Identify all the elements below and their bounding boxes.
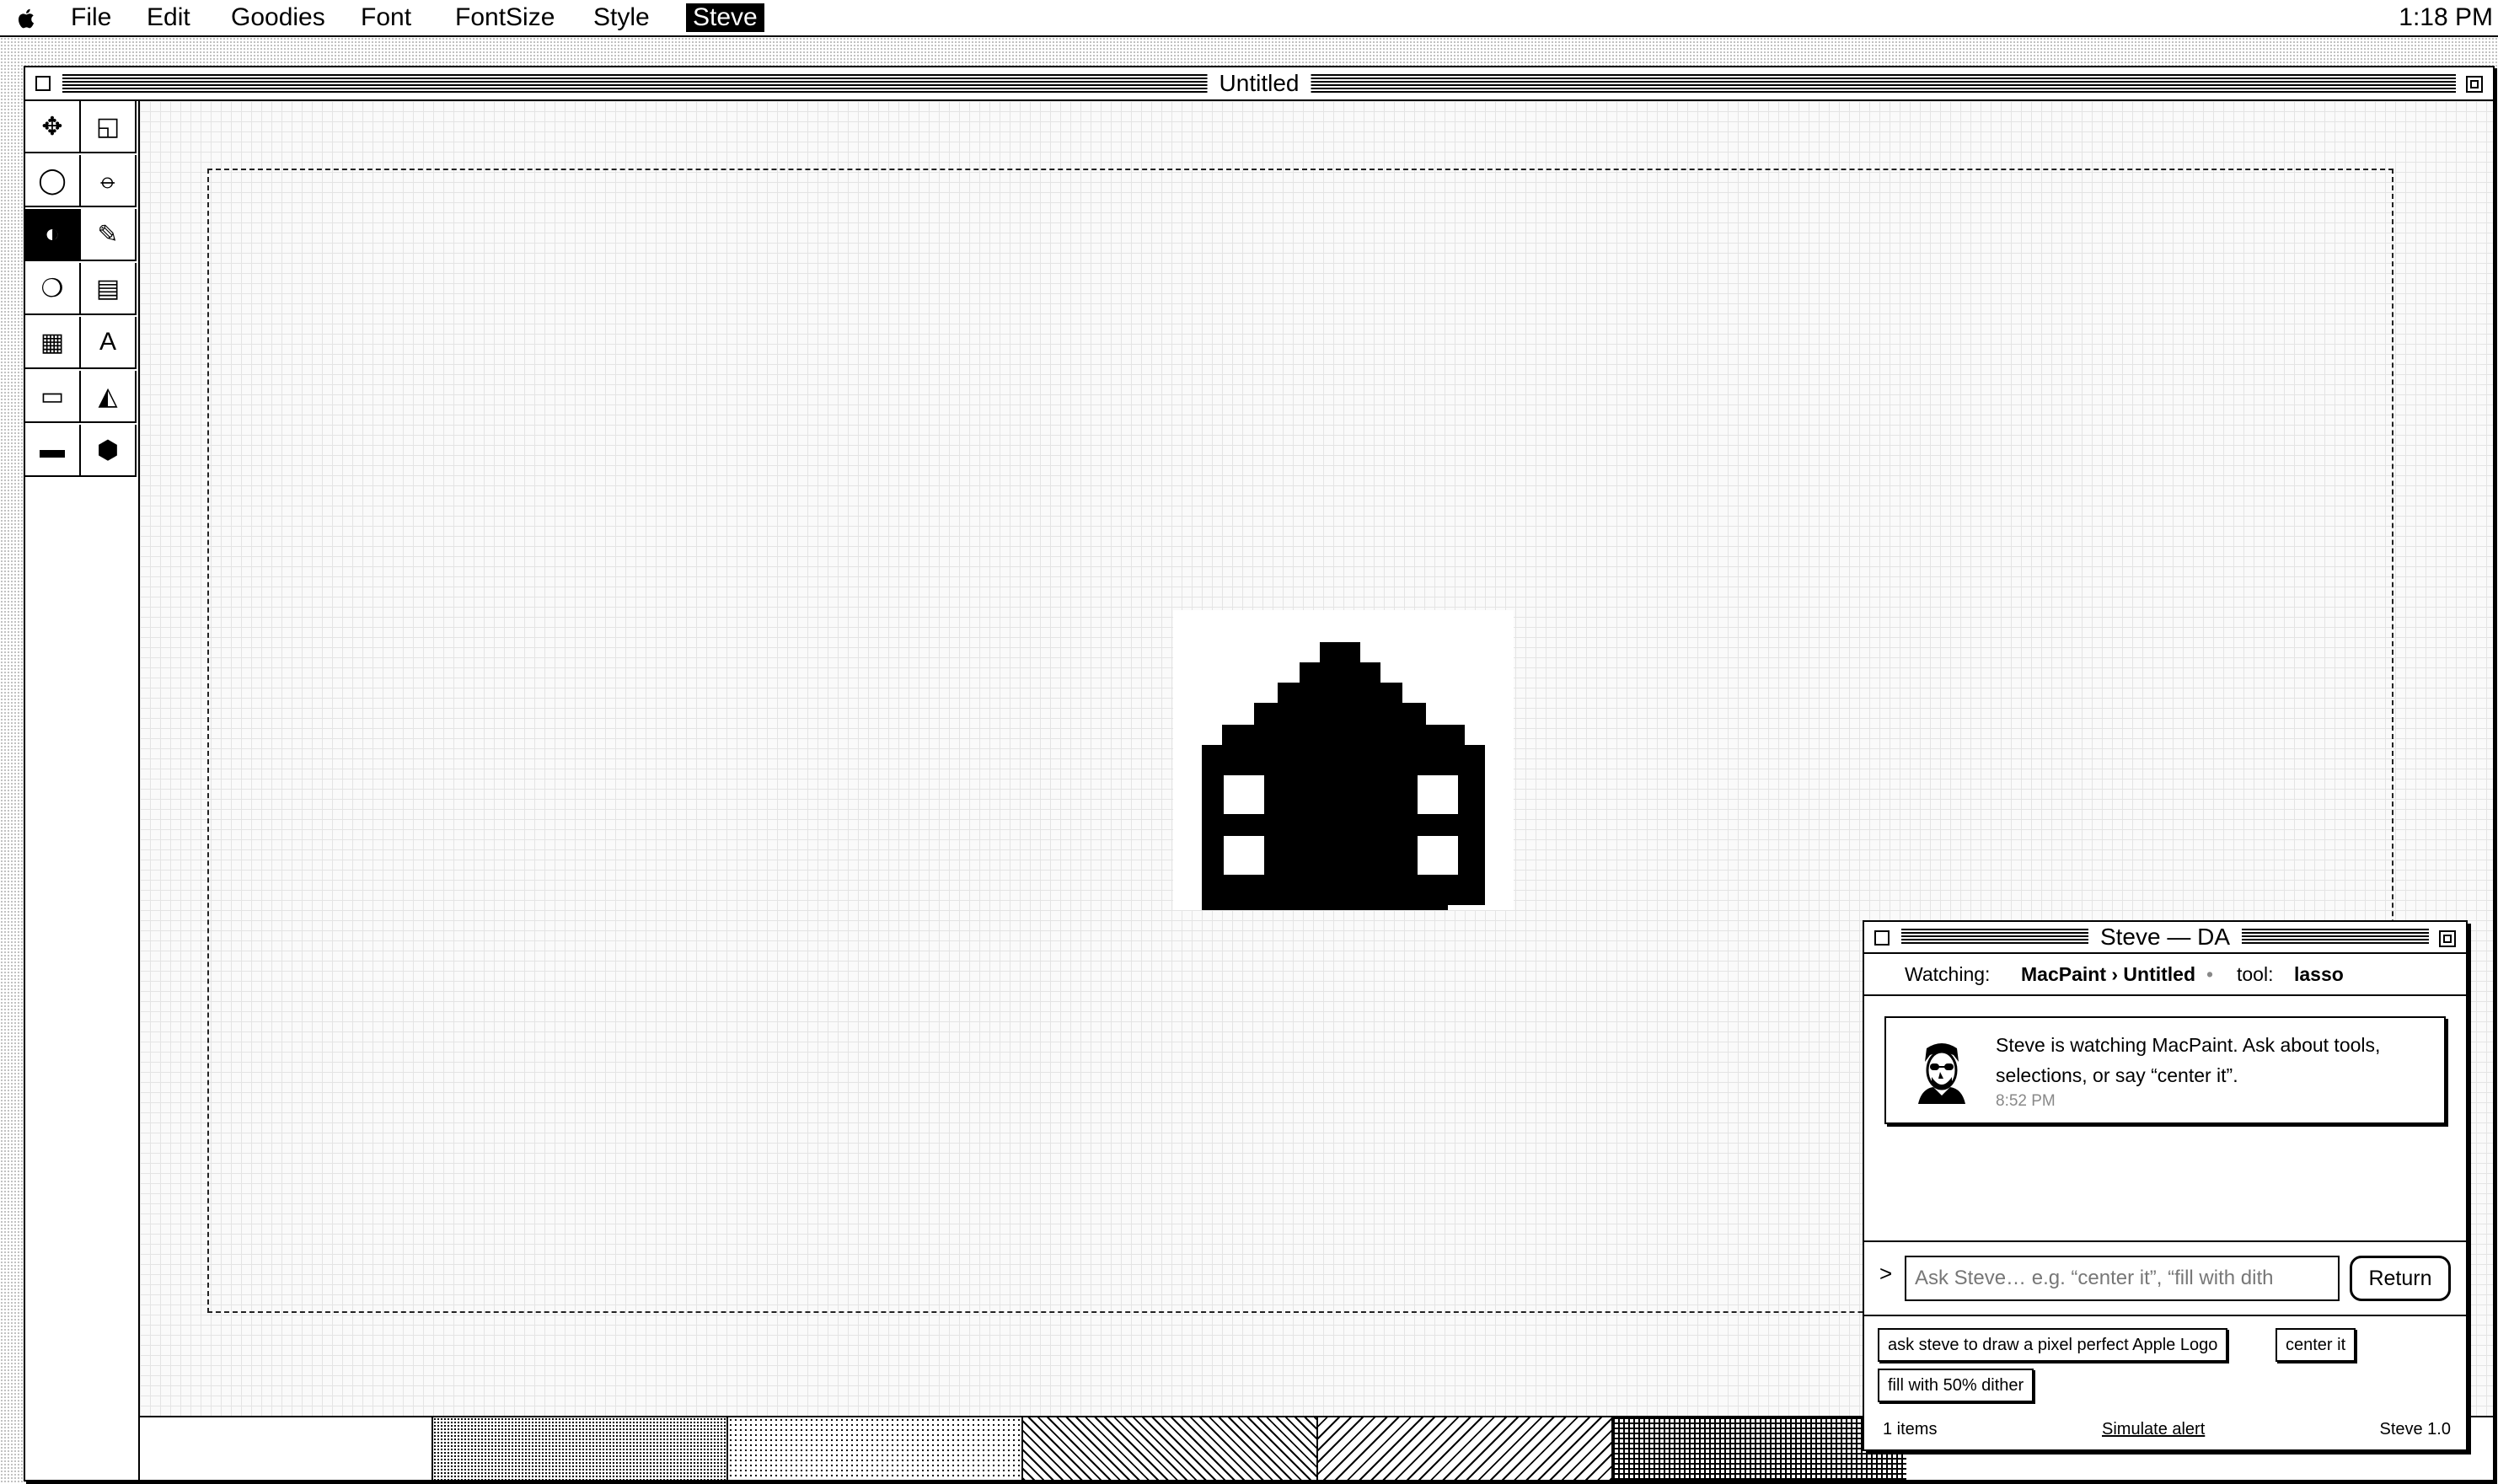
fill-dither-icon[interactable]: ◐ — [25, 209, 81, 261]
menubar-clock: 1:18 PM — [2399, 3, 2493, 31]
marquee-select-icon[interactable]: ◱ — [81, 101, 137, 153]
window-title: Untitled — [1207, 69, 1311, 98]
close-box-icon[interactable] — [1874, 930, 1890, 946]
spray-icon[interactable]: ◭ — [81, 371, 137, 423]
simulate-alert-link[interactable]: Simulate alert — [2102, 1409, 2205, 1449]
steve-status-row: 1 items Simulate alert Steve 1.0 — [1864, 1409, 2466, 1449]
message-text: Steve is watching MacPaint. Ask about to… — [1996, 1034, 2381, 1086]
menu-edit[interactable]: Edit — [140, 3, 197, 32]
pattern-swatch[interactable] — [1021, 1417, 1316, 1480]
lasso-icon[interactable]: ◯ — [25, 155, 81, 207]
menu-style[interactable]: Style — [587, 3, 657, 32]
steve-avatar-icon — [1918, 1043, 1965, 1104]
chip-center-it[interactable]: center it — [2276, 1328, 2356, 1362]
pencil-icon[interactable]: ✎ — [81, 209, 137, 261]
pattern-swatch[interactable] — [1316, 1417, 1611, 1480]
watching-value: MacPaint › Untitled — [2021, 963, 2196, 985]
steve-version: Steve 1.0 — [2379, 1420, 2451, 1438]
pattern-current[interactable] — [140, 1417, 432, 1480]
separator-dot: • — [2206, 963, 2214, 985]
apple-menu-icon[interactable] — [15, 7, 39, 30]
menu-file[interactable]: File — [64, 3, 118, 32]
suggestion-chips: ask steve to draw a pixel perfect Apple … — [1864, 1315, 2466, 1407]
menu-font[interactable]: Font — [354, 3, 418, 32]
zoom-box-icon[interactable] — [2466, 76, 2483, 93]
window-titlebar[interactable]: Untitled — [25, 67, 2493, 101]
pattern-swatch[interactable] — [432, 1417, 726, 1480]
lines-pattern-icon[interactable]: ▤ — [81, 263, 137, 315]
tool-label: tool: — [2237, 963, 2274, 985]
eraser-line-icon[interactable]: ⦵ — [81, 155, 137, 207]
pattern-swatch[interactable] — [726, 1417, 1021, 1480]
prompt-symbol: > — [1879, 1261, 1893, 1286]
message-timestamp: 8:52 PM — [1996, 1092, 2056, 1110]
steve-window-title: Steve — DA — [2088, 924, 2243, 951]
zoom-box-icon[interactable] — [2439, 930, 2456, 947]
paint-bucket-icon[interactable]: ▦ — [25, 317, 81, 369]
tool-palette: ✥ ◱ ◯ ⦵ ◐ ✎ ❍ ▤ ▦ A ▭ ◭ ▬ ⬢ — [25, 101, 140, 1480]
house-pixel-art — [1202, 642, 1485, 919]
menu-goodies[interactable]: Goodies — [224, 3, 332, 32]
tool-value: lasso — [2294, 963, 2344, 985]
close-box-icon[interactable] — [35, 76, 51, 91]
items-count: 1 items — [1883, 1420, 1938, 1438]
steve-da-window: Steve — DA Watching: MacPaint › Untitled… — [1863, 920, 2468, 1451]
selection-move-icon[interactable]: ✥ — [25, 101, 81, 153]
return-button[interactable]: Return — [2350, 1256, 2451, 1301]
input-row: > Return — [1864, 1240, 2466, 1315]
steve-titlebar[interactable]: Steve — DA — [1864, 922, 2466, 954]
arc-icon[interactable]: ❍ — [25, 263, 81, 315]
house-drawing[interactable] — [1173, 610, 1514, 919]
filled-polygon-icon[interactable]: ⬢ — [81, 425, 137, 477]
menu-steve[interactable]: Steve — [686, 3, 764, 32]
steve-message: Steve is watching MacPaint. Ask about to… — [1884, 1016, 2446, 1124]
watching-label: Watching: — [1905, 963, 1991, 985]
watching-bar: Watching: MacPaint › Untitled • tool: la… — [1864, 954, 2466, 996]
menu-fontsize[interactable]: FontSize — [448, 3, 561, 32]
filled-rect-icon[interactable]: ▬ — [25, 425, 81, 477]
rectangle-icon[interactable]: ▭ — [25, 371, 81, 423]
chip-fill-dither[interactable]: fill with 50% dither — [1878, 1369, 2034, 1402]
chip-draw-apple-logo[interactable]: ask steve to draw a pixel perfect Apple … — [1878, 1328, 2228, 1362]
ask-steve-input[interactable] — [1905, 1256, 2340, 1301]
text-tool-icon[interactable]: A — [81, 317, 137, 369]
menu-bar: File Edit Goodies Font FontSize Style St… — [0, 0, 2498, 37]
